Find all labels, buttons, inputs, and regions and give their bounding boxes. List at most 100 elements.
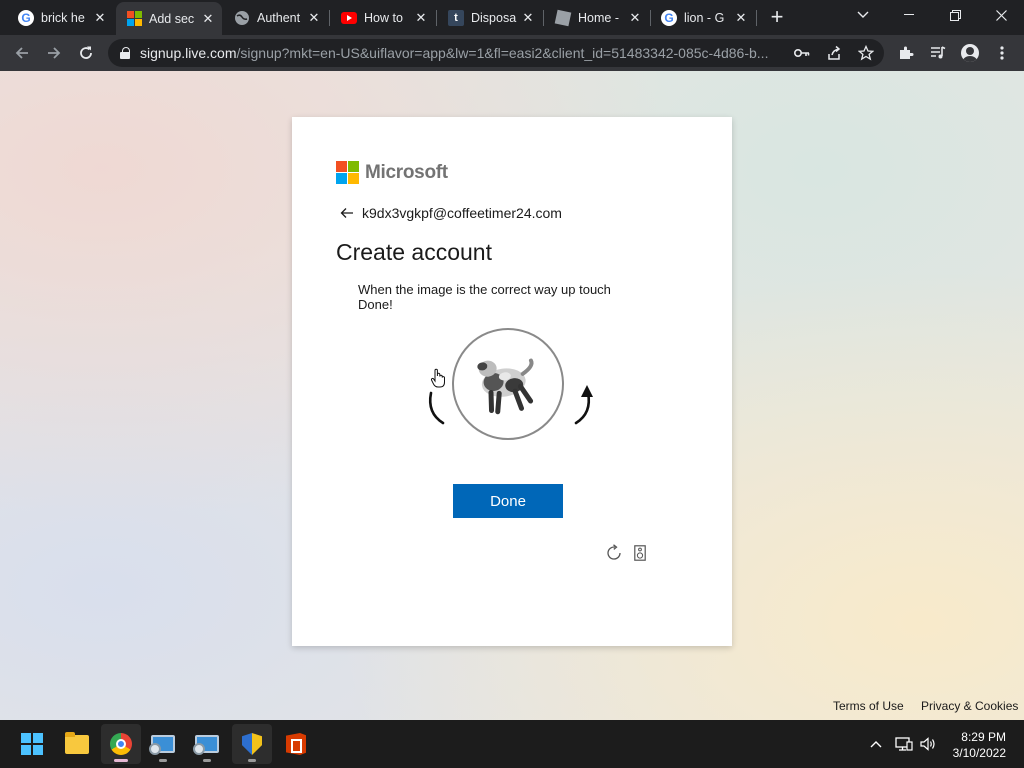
tab-lion[interactable]: G lion - G ✕	[651, 4, 755, 31]
shield-icon	[242, 733, 262, 755]
clock-date: 3/10/2022	[952, 746, 1006, 760]
minimize-button[interactable]	[886, 0, 932, 30]
network-icon	[895, 737, 913, 751]
office-button[interactable]	[276, 724, 316, 764]
close-icon[interactable]: ✕	[306, 10, 322, 26]
extensions-button[interactable]	[892, 39, 920, 67]
lock-icon	[120, 47, 130, 59]
microsoft-logo-icon	[336, 161, 359, 184]
audio-challenge-icon[interactable]	[634, 545, 646, 561]
network-button[interactable]	[894, 734, 914, 754]
tab-home[interactable]: Home - ✕	[545, 4, 649, 31]
close-icon[interactable]: ✕	[413, 10, 429, 26]
windows-logo-icon	[21, 733, 43, 755]
tab-title: Add sec	[149, 11, 195, 26]
close-icon	[995, 9, 1007, 21]
close-icon[interactable]: ✕	[92, 10, 108, 26]
close-icon[interactable]: ✕	[200, 11, 216, 27]
taskbar	[0, 720, 1024, 768]
running-indicator	[248, 759, 256, 762]
close-window-button[interactable]	[978, 0, 1024, 30]
hand-cursor-icon	[430, 368, 445, 388]
tab-separator	[329, 10, 330, 26]
done-button[interactable]: Done	[453, 484, 563, 518]
windows-security-button[interactable]	[232, 724, 272, 764]
new-tab-button[interactable]: +	[766, 6, 788, 29]
signup-card: Microsoft k9dx3vgkpf@coffeetimer24.com C…	[292, 117, 732, 646]
refresh-icon[interactable]	[605, 544, 623, 562]
media-control-button[interactable]	[924, 39, 952, 67]
chrome-taskbar-button[interactable]	[101, 724, 141, 764]
close-icon[interactable]: ✕	[520, 10, 536, 26]
office-icon	[286, 733, 306, 755]
playlist-icon	[931, 46, 946, 59]
key-icon[interactable]	[792, 43, 812, 63]
share-icon[interactable]	[824, 43, 844, 63]
arrow-left-icon	[15, 47, 28, 59]
identity-email: k9dx3vgkpf@coffeetimer24.com	[362, 205, 562, 221]
forward-button[interactable]	[40, 39, 68, 67]
reload-button[interactable]	[72, 39, 100, 67]
reload-icon	[80, 46, 92, 59]
menu-button[interactable]	[988, 39, 1016, 67]
google-icon: G	[661, 9, 677, 26]
tab-separator	[543, 10, 544, 26]
rotate-right-button[interactable]	[570, 375, 596, 425]
microsoft-icon	[126, 11, 142, 27]
brand-name: Microsoft	[365, 161, 448, 183]
captcha-image	[452, 328, 564, 440]
active-indicator	[114, 759, 128, 762]
puzzle-piece-icon	[900, 46, 914, 59]
page-background: Microsoft k9dx3vgkpf@coffeetimer24.com C…	[0, 71, 1024, 720]
close-icon[interactable]: ✕	[627, 10, 643, 26]
tab-how-to[interactable]: How to ✕	[331, 4, 435, 31]
tab-title: Authent	[257, 10, 301, 25]
tab-title: brick he	[41, 10, 85, 25]
globe-icon	[234, 10, 250, 26]
tab-disposable[interactable]: t Disposa ✕	[438, 4, 542, 31]
tab-separator	[436, 10, 437, 26]
google-icon: G	[18, 9, 34, 26]
close-icon[interactable]: ✕	[733, 10, 749, 26]
remote-desktop-button[interactable]	[143, 724, 183, 764]
remote-desktop-button-2[interactable]	[187, 724, 227, 764]
restore-button[interactable]	[932, 0, 978, 30]
chevron-down-icon	[857, 11, 869, 18]
arrow-left-icon[interactable]	[340, 207, 354, 219]
speaker-icon	[920, 737, 935, 751]
clock-time: 8:29 PM	[961, 730, 1006, 744]
home-icon	[554, 9, 572, 26]
tab-brick[interactable]: G brick he ✕	[8, 4, 114, 31]
restore-icon	[949, 9, 961, 21]
running-indicator	[203, 759, 211, 762]
remote-desktop-icon	[193, 735, 219, 755]
url-host: signup.live.com	[140, 45, 237, 61]
browser-tab-strip: G brick he ✕ Add sec ✕ Authent ✕ How to …	[0, 0, 1024, 35]
start-button[interactable]	[12, 724, 52, 764]
arrow-right-icon	[48, 47, 61, 59]
volume-button[interactable]	[918, 734, 938, 754]
tab-search-button[interactable]	[840, 0, 886, 30]
back-button[interactable]	[8, 39, 36, 67]
page-title: Create account	[336, 239, 492, 265]
microsoft-logo: Microsoft	[336, 161, 448, 184]
chevron-up-icon	[870, 741, 882, 748]
show-hidden-icons-button[interactable]	[866, 734, 886, 754]
tab-separator	[756, 10, 757, 26]
captcha-instruction: When the image is the correct way up tou…	[358, 282, 611, 312]
privacy-link[interactable]: Privacy & Cookies	[921, 699, 1018, 713]
tab-authenticator[interactable]: Authent ✕	[224, 4, 328, 31]
address-bar[interactable]: signup.live.com/signup?mkt=en-US&uiflavo…	[108, 39, 884, 67]
remote-desktop-icon	[149, 735, 175, 755]
chrome-icon	[110, 733, 132, 755]
file-explorer-button[interactable]	[57, 724, 97, 764]
tab-add-security[interactable]: Add sec ✕	[116, 2, 222, 35]
star-icon[interactable]	[856, 43, 876, 63]
identity-banner[interactable]: k9dx3vgkpf@coffeetimer24.com	[340, 205, 562, 221]
kebab-menu-icon	[1000, 46, 1004, 60]
tumblr-icon: t	[448, 9, 464, 26]
browser-toolbar: signup.live.com/signup?mkt=en-US&uiflavo…	[0, 35, 1024, 71]
taskbar-clock[interactable]: 8:29 PM 3/10/2022	[946, 729, 1006, 761]
profile-button[interactable]	[956, 39, 984, 67]
terms-link[interactable]: Terms of Use	[833, 699, 904, 713]
